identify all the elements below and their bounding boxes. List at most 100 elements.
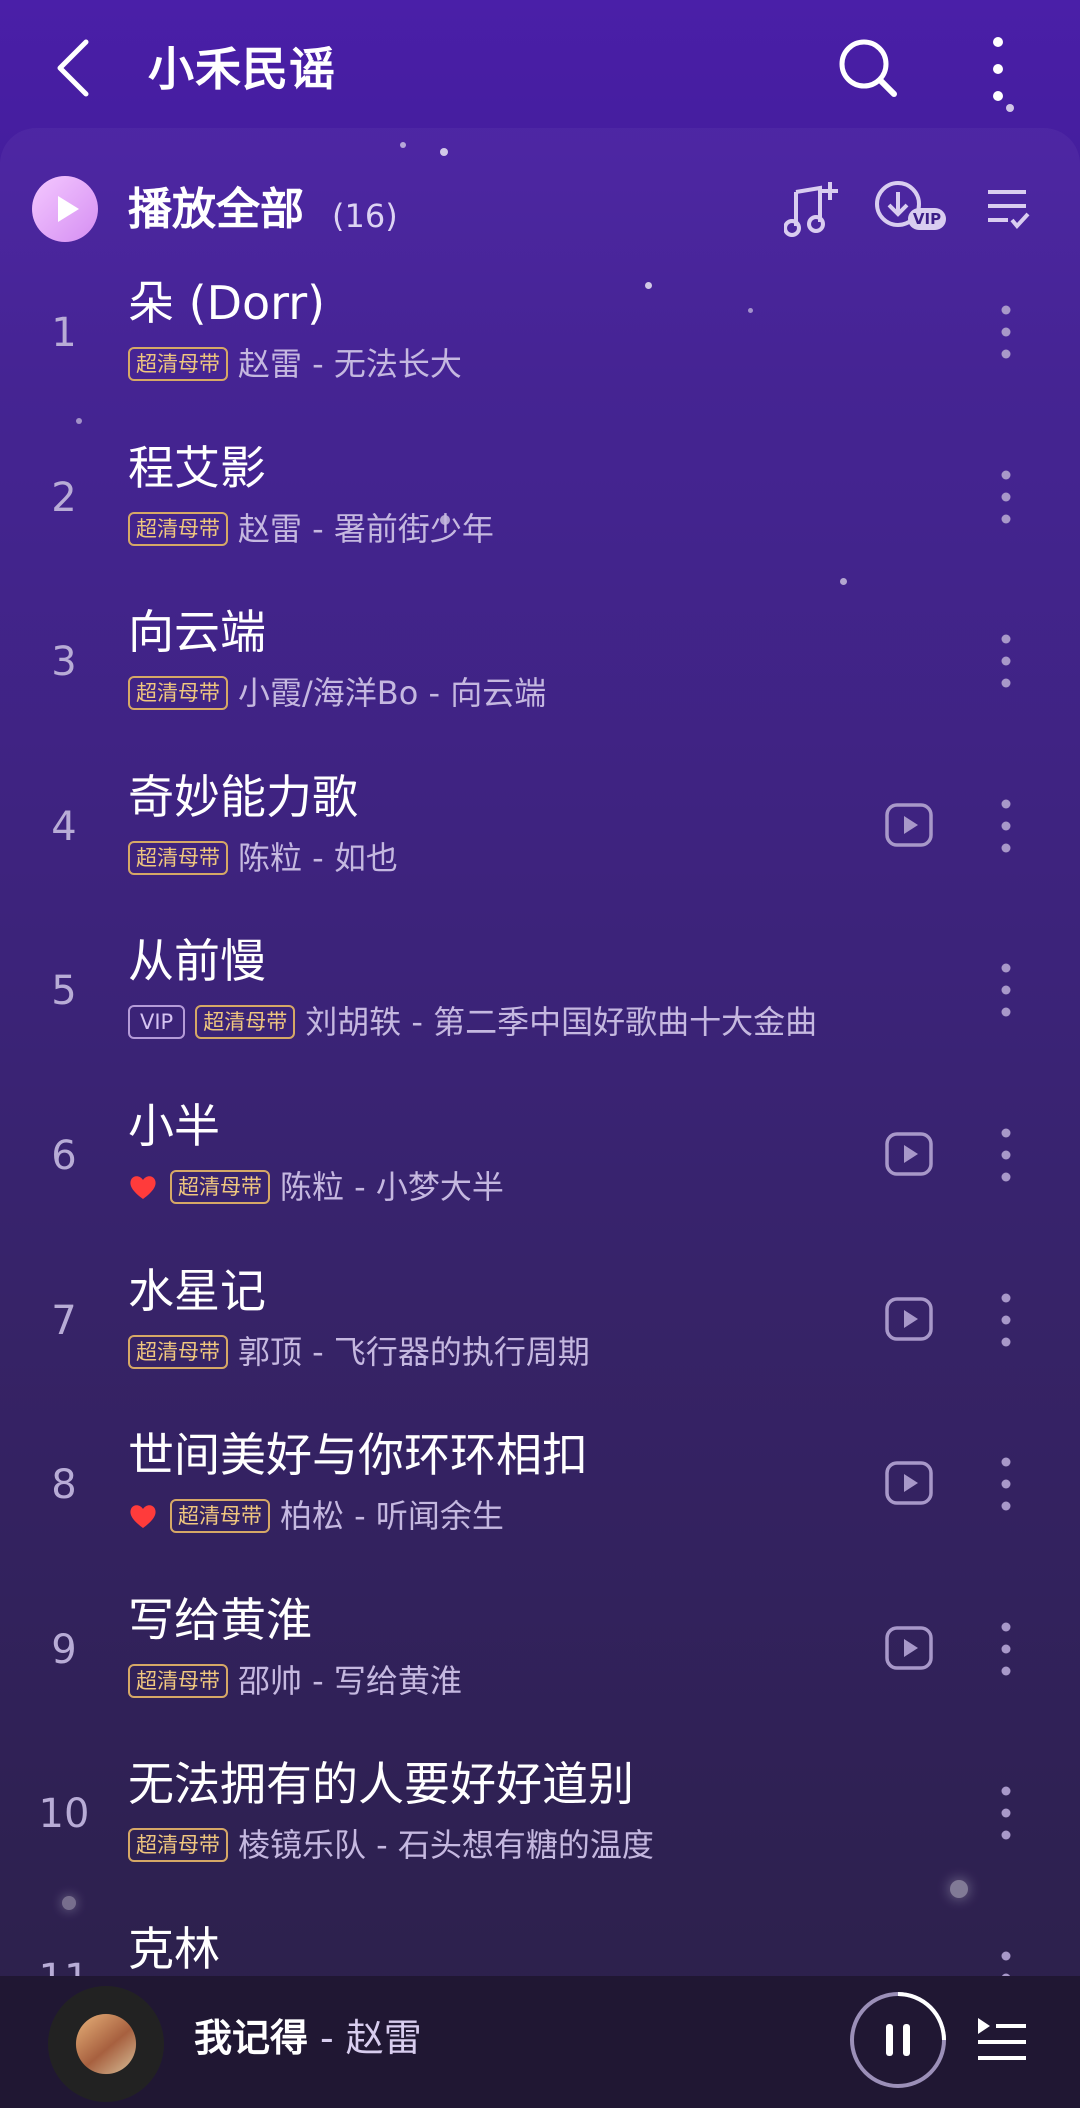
song-row[interactable]: 11克林 — [0, 1912, 1080, 1976]
more-vertical-icon[interactable] — [990, 300, 1022, 364]
song-row[interactable]: 9 写给黄淮超清母带 邵帅 - 写给黄淮 — [0, 1583, 1080, 1748]
song-subtitle: 超清母带 陈粒 - 小梦大半 — [128, 1165, 504, 1209]
search-button[interactable] — [836, 36, 900, 100]
more-vertical-icon[interactable] — [990, 794, 1022, 858]
vip-badge: VIP — [128, 1005, 186, 1039]
quality-badge: 超清母带 — [128, 1335, 228, 1369]
more-vertical-icon[interactable] — [990, 1781, 1022, 1845]
more-vertical-icon[interactable] — [990, 1452, 1022, 1516]
top-app-bar: 小禾民谣 — [0, 0, 1080, 140]
track-number: 5 — [51, 968, 77, 1014]
track-number: 3 — [51, 639, 77, 685]
song-row[interactable]: 8 世间美好与你环环相扣超清母带 柏松 - 听闻余生 — [0, 1418, 1080, 1583]
song-subtitle: 超清母带 赵雷 - 无法长大 — [128, 342, 462, 386]
play-all-label[interactable]: 播放全部 — [128, 180, 304, 240]
music-video-icon[interactable] — [884, 802, 934, 848]
quality-badge: 超清母带 — [128, 676, 228, 710]
artist-album: 赵雷 - 无法长大 — [238, 345, 462, 383]
song-title[interactable]: 从前慢 — [128, 928, 266, 994]
list-check-icon — [988, 190, 1030, 230]
song-title[interactable]: 无法拥有的人要好好道别 — [128, 1751, 634, 1817]
song-title[interactable]: 程艾影 — [128, 435, 266, 501]
quality-badge: 超清母带 — [128, 512, 228, 546]
song-row[interactable]: 3 向云端超清母带 小霞/海洋Bo - 向云端 — [0, 595, 1080, 760]
pause-button[interactable] — [848, 1990, 948, 2090]
artist-album: 棱镜乐队 - 石头想有糖的温度 — [238, 1826, 654, 1864]
batch-manage-button[interactable] — [986, 178, 1030, 238]
song-subtitle: 超清母带 邵帅 - 写给黄淮 — [128, 1659, 462, 1703]
quality-badge: 超清母带 — [128, 347, 228, 381]
artist-album: 小霞/海洋Bo - 向云端 — [238, 674, 547, 712]
song-title[interactable]: 世间美好与你环环相扣 — [128, 1422, 588, 1488]
more-vertical-icon[interactable] — [990, 1288, 1022, 1352]
more-options-button[interactable] — [980, 34, 1016, 104]
track-number: 2 — [51, 475, 77, 521]
track-number: 7 — [51, 1298, 77, 1344]
artist-album: 陈粒 - 小梦大半 — [280, 1168, 504, 1206]
play-all-button[interactable] — [32, 176, 98, 242]
download-vip-icon: VIP — [875, 181, 946, 230]
download-vip-button[interactable]: VIP — [874, 178, 946, 238]
now-playing-title[interactable]: 我记得 — [194, 2010, 308, 2066]
heart-icon[interactable] — [128, 1172, 158, 1202]
chevron-left-icon — [57, 39, 89, 97]
song-subtitle: 超清母带 陈粒 - 如也 — [128, 836, 398, 880]
song-title[interactable]: 克林 — [128, 1916, 220, 1976]
music-video-icon[interactable] — [884, 1460, 934, 1506]
song-subtitle: 超清母带 郭顶 - 飞行器的执行周期 — [128, 1330, 590, 1374]
song-title[interactable]: 写给黄淮 — [128, 1587, 312, 1653]
quality-badge: 超清母带 — [170, 1499, 270, 1533]
playlist-queue-button[interactable] — [976, 2016, 1028, 2066]
song-title[interactable]: 奇妙能力歌 — [128, 764, 358, 830]
quality-badge: 超清母带 — [195, 1005, 296, 1039]
track-number: 10 — [38, 1791, 90, 1837]
song-row[interactable]: 7 水星记超清母带 郭顶 - 飞行器的执行周期 — [0, 1254, 1080, 1419]
song-subtitle: 超清母带 柏松 - 听闻余生 — [128, 1494, 504, 1538]
now-playing-bar[interactable]: 我记得 - 赵雷 — [0, 1976, 1080, 2108]
more-vertical-icon[interactable] — [990, 1123, 1022, 1187]
pause-icon — [850, 1992, 946, 2088]
more-vertical-icon[interactable] — [990, 465, 1022, 529]
music-video-icon[interactable] — [884, 1131, 934, 1177]
music-add-icon — [783, 182, 838, 237]
heart-icon[interactable] — [128, 1501, 158, 1531]
song-row[interactable]: 1 朵 (Dorr) 超清母带 赵雷 - 无法长大 — [0, 266, 1080, 431]
song-title[interactable]: 水星记 — [128, 1258, 266, 1324]
music-video-icon[interactable] — [884, 1296, 934, 1342]
track-number: 4 — [51, 804, 77, 850]
more-vertical-icon[interactable] — [990, 1946, 1022, 1976]
page-title: 小禾民谣 — [148, 42, 336, 96]
add-to-playlist-button[interactable] — [783, 178, 838, 238]
artist-album: 陈粒 - 如也 — [238, 839, 398, 877]
song-subtitle: VIP 超清母带 刘胡轶 - 第二季中国好歌曲十大金曲 — [128, 1000, 817, 1044]
quality-badge: 超清母带 — [128, 841, 228, 875]
artist-album: 刘胡轶 - 第二季中国好歌曲十大金曲 — [305, 1003, 818, 1041]
track-number: 8 — [51, 1462, 77, 1508]
back-button[interactable] — [52, 36, 96, 100]
music-video-icon[interactable] — [884, 1625, 934, 1671]
song-title[interactable]: 向云端 — [128, 599, 266, 665]
artist-album: 赵雷 - 署前街少年 — [238, 510, 494, 548]
song-row[interactable]: 6 小半超清母带 陈粒 - 小梦大半 — [0, 1089, 1080, 1254]
song-row[interactable]: 4 奇妙能力歌超清母带 陈粒 - 如也 — [0, 760, 1080, 925]
more-vertical-icon[interactable] — [990, 958, 1022, 1022]
song-row[interactable]: 2 程艾影超清母带 赵雷 - 署前街少年 — [0, 431, 1080, 596]
queue-icon — [978, 2018, 1026, 2060]
song-count: (16) — [332, 197, 398, 235]
song-title[interactable]: 小半 — [128, 1093, 220, 1159]
song-subtitle: 超清母带 棱镜乐队 - 石头想有糖的温度 — [128, 1823, 654, 1867]
more-vertical-icon[interactable] — [990, 629, 1022, 693]
song-subtitle: 超清母带 赵雷 - 署前街少年 — [128, 507, 494, 551]
song-row[interactable]: 10 无法拥有的人要好好道别超清母带 棱镜乐队 - 石头想有糖的温度 — [0, 1747, 1080, 1912]
more-vertical-icon — [993, 37, 1003, 101]
quality-badge: 超清母带 — [170, 1170, 270, 1204]
svg-text:VIP: VIP — [913, 210, 941, 228]
quality-badge: 超清母带 — [128, 1828, 228, 1862]
more-vertical-icon[interactable] — [990, 1617, 1022, 1681]
track-number: 6 — [51, 1133, 77, 1179]
album-art[interactable] — [48, 1986, 164, 2102]
quality-badge: 超清母带 — [128, 1664, 228, 1698]
song-title[interactable]: 朵 (Dorr) — [128, 270, 325, 336]
track-number: 9 — [51, 1627, 77, 1673]
song-row[interactable]: 5 从前慢 VIP 超清母带 刘胡轶 - 第二季中国好歌曲十大金曲 — [0, 924, 1080, 1089]
